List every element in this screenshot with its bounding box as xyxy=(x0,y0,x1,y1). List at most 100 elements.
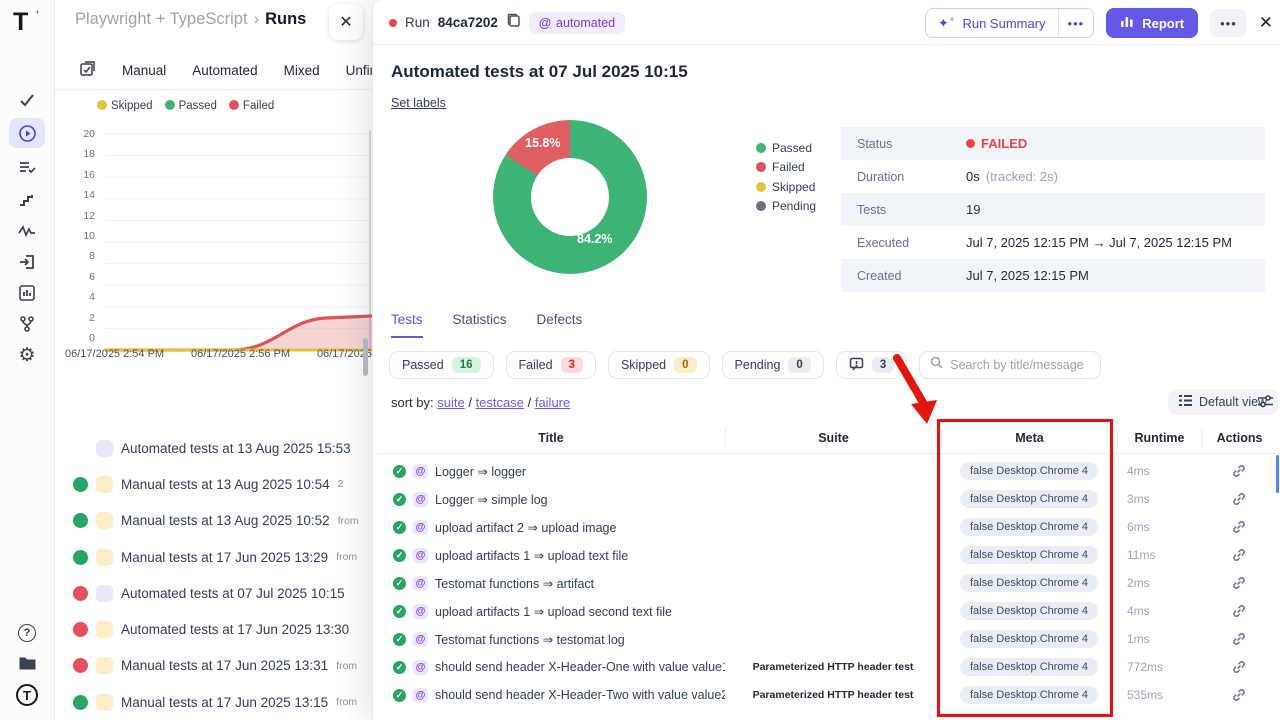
link-icon[interactable] xyxy=(1201,548,1277,562)
test-result-row[interactable]: ✓ @ Testomat functions ⇒ testomat log fa… xyxy=(377,625,1280,653)
test-result-row[interactable]: ✓ @ should send header X-Header-One with… xyxy=(377,653,1280,681)
import-icon[interactable] xyxy=(9,247,45,277)
run-summary-button[interactable]: ✦✧ Run Summary xyxy=(926,9,1058,37)
select-runs-icon[interactable] xyxy=(79,60,96,80)
filter-failed[interactable]: Failed3 xyxy=(506,351,596,379)
set-labels-link[interactable]: Set labels xyxy=(391,96,446,110)
report-button[interactable]: Report xyxy=(1106,8,1198,38)
run-kind-icon xyxy=(96,549,113,566)
link-icon[interactable] xyxy=(1201,492,1277,506)
run-list-item[interactable]: Automated tests at 17 Jun 2025 13:30 xyxy=(55,611,372,647)
col-title[interactable]: Title xyxy=(377,428,725,448)
account-avatar[interactable]: T xyxy=(9,680,45,710)
detail-tabs: Tests Statistics Defects xyxy=(391,312,582,338)
more-actions-button[interactable]: ••• xyxy=(1210,9,1247,37)
test-result-row[interactable]: ✓ @ should send header X-Header-Two with… xyxy=(377,681,1280,709)
test-title: Testomat functions ⇒ testomat log xyxy=(435,632,625,647)
report-chart-icon xyxy=(1120,15,1134,31)
tab-statistics[interactable]: Statistics xyxy=(453,312,507,338)
projects-icon[interactable] xyxy=(9,648,45,678)
tabs-divider xyxy=(55,89,372,90)
tab-unfinished[interactable]: Unfinished xyxy=(346,63,372,78)
summary-value: Jul 7, 2025 12:15 PM xyxy=(966,268,1089,283)
link-icon[interactable] xyxy=(1201,604,1277,618)
run-status-icon xyxy=(73,550,88,565)
plans-icon[interactable] xyxy=(9,152,45,182)
filter-pending[interactable]: Pending0 xyxy=(722,351,824,379)
run-label: Manual tests at 17 Jun 2025 13:29 xyxy=(121,550,328,565)
table-scrollbar[interactable] xyxy=(1276,455,1279,493)
failed-pct-label: 15.8% xyxy=(525,136,560,150)
tests-icon[interactable] xyxy=(9,85,45,115)
test-result-row[interactable]: ✓ @ Testomat functions ⇒ artifact false … xyxy=(377,569,1280,597)
link-icon[interactable] xyxy=(1201,632,1277,646)
tab-mixed[interactable]: Mixed xyxy=(284,63,320,78)
col-suite[interactable]: Suite xyxy=(725,428,941,448)
tab-tests[interactable]: Tests xyxy=(391,312,423,338)
run-summary-more-button[interactable]: ••• xyxy=(1058,9,1094,37)
run-status-dot xyxy=(389,19,397,27)
legend-passed: Passed xyxy=(165,100,217,112)
tab-defects[interactable]: Defects xyxy=(537,312,583,338)
test-result-row[interactable]: ✓ @ upload artifacts 1 ⇒ upload text fil… xyxy=(377,541,1280,569)
breadcrumb-project[interactable]: Playwright + TypeScript xyxy=(75,10,248,28)
test-result-row[interactable]: ✓ @ Logger ⇒ logger false Desktop Chrome… xyxy=(377,457,1280,485)
test-runtime: 4ms xyxy=(1117,464,1201,478)
search-icon xyxy=(930,356,943,374)
summary-row: Executed Jul 7, 2025 12:15 PM → Jul 7, 2… xyxy=(841,226,1265,259)
link-icon[interactable] xyxy=(1201,576,1277,590)
sort-failure-link[interactable]: failure xyxy=(535,395,570,410)
col-meta[interactable]: Meta xyxy=(941,428,1117,448)
runs-icon[interactable] xyxy=(9,118,45,148)
test-runtime: 1ms xyxy=(1117,632,1201,646)
close-panel-button[interactable]: ✕ xyxy=(329,4,363,40)
filter-passed[interactable]: Passed16 xyxy=(389,351,494,379)
column-settings-icon[interactable] xyxy=(1257,393,1274,415)
steps-icon[interactable] xyxy=(9,185,45,215)
test-result-row[interactable]: ✓ @ upload artifact 2 ⇒ upload image fal… xyxy=(377,513,1280,541)
run-suffix: from xyxy=(336,551,357,563)
copy-run-id-icon[interactable] xyxy=(506,12,521,33)
testomat-icon: @ xyxy=(413,660,428,675)
run-suffix: from xyxy=(336,660,357,672)
sort-testcase-link[interactable]: testcase xyxy=(476,395,524,410)
run-list-item[interactable]: Automated tests at 07 Jul 2025 10:15 xyxy=(55,575,372,611)
run-list-item[interactable]: Manual tests at 17 Jun 2025 13:31 from xyxy=(55,648,372,684)
run-list-item[interactable]: Manual tests at 17 Jun 2025 13:15 from xyxy=(55,684,372,720)
col-actions[interactable]: Actions xyxy=(1201,428,1277,448)
run-list-item[interactable]: Manual tests at 13 Aug 2025 10:52 from xyxy=(55,503,372,539)
run-list-item[interactable]: Automated tests at 13 Aug 2025 15:53 xyxy=(55,430,372,466)
pulse-icon[interactable] xyxy=(9,216,45,246)
settings-icon[interactable]: ⚙ xyxy=(9,340,45,370)
col-runtime[interactable]: Runtime xyxy=(1117,428,1201,448)
test-suite: Parameterized HTTP header test xyxy=(725,689,941,701)
link-icon[interactable] xyxy=(1201,464,1277,478)
filter-comments[interactable]: 3 xyxy=(836,351,907,379)
test-runtime: 772ms xyxy=(1117,660,1201,674)
sort-suite-link[interactable]: suite xyxy=(437,395,464,410)
link-icon[interactable] xyxy=(1201,660,1277,674)
tab-manual[interactable]: Manual xyxy=(122,63,166,78)
search-input[interactable] xyxy=(950,358,1095,372)
run-status-icon xyxy=(73,586,88,601)
filter-skipped[interactable]: Skipped0 xyxy=(608,351,710,379)
test-result-row[interactable]: ✓ @ upload artifacts 1 ⇒ upload second t… xyxy=(377,597,1280,625)
analytics-icon[interactable] xyxy=(9,278,45,308)
run-list-item[interactable]: Manual tests at 13 Aug 2025 10:54 2 xyxy=(55,466,372,502)
link-icon[interactable] xyxy=(1201,688,1277,702)
run-kind-icon xyxy=(96,621,113,638)
meta-pill: false Desktop Chrome 4 xyxy=(960,546,1098,564)
test-title: should send header X-Header-One with val… xyxy=(435,660,725,674)
test-result-row[interactable]: ✓ @ Logger ⇒ simple log false Desktop Ch… xyxy=(377,485,1280,513)
test-title: Logger ⇒ simple log xyxy=(435,492,548,507)
background-scrollbar[interactable] xyxy=(363,338,368,376)
tab-automated[interactable]: Automated xyxy=(192,63,257,78)
branch-icon[interactable] xyxy=(9,309,45,339)
help-icon[interactable]: ? xyxy=(9,618,45,648)
run-label: Automated tests at 17 Jun 2025 13:30 xyxy=(121,622,349,637)
test-title: Testomat functions ⇒ artifact xyxy=(435,576,594,591)
run-list-item[interactable]: Manual tests at 17 Jun 2025 13:29 from xyxy=(55,539,372,575)
close-icon[interactable]: ✕ xyxy=(1259,13,1273,33)
link-icon[interactable] xyxy=(1201,520,1277,534)
automated-badge[interactable]: @automated xyxy=(529,12,625,34)
